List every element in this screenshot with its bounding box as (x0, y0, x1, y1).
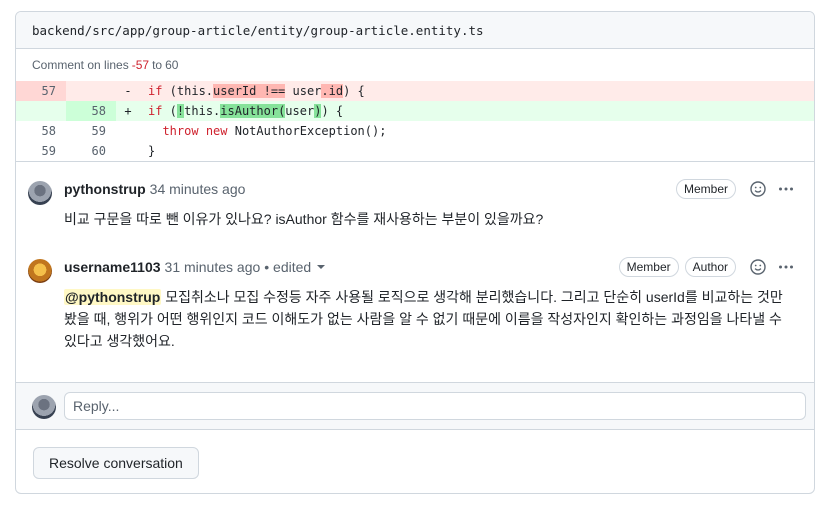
file-path[interactable]: backend/src/app/group-article/entity/gro… (32, 23, 484, 38)
code-text: } (148, 144, 156, 158)
code-line: if (!this.isAuthor(user)) { (138, 101, 814, 121)
code-keyword: new (205, 124, 228, 138)
code-line: } (138, 141, 814, 161)
new-line-number[interactable] (66, 81, 116, 101)
comment-text: 모집취소나 모집 수정등 자주 사용될 로직으로 생각해 분리했습니다. 그리고… (64, 289, 783, 349)
comment-body: @pythonstrup 모집취소나 모집 수정등 자주 사용될 로직으로 생각… (64, 286, 798, 352)
code-text: ( (162, 104, 177, 118)
code-line: throw new NotAuthorException(); (138, 121, 814, 141)
code-text: NotAuthorException(); (227, 124, 387, 138)
reply-bar: Reply... (16, 382, 814, 430)
code-line: if (this.userId !== user.id) { (138, 81, 814, 101)
code-text: (this. (162, 84, 214, 98)
code-highlight: isAuthor( (220, 104, 286, 118)
code-text: ) { (343, 84, 365, 98)
comment-timestamp[interactable]: 34 minutes ago (150, 181, 246, 197)
comment-range-prefix: Comment on lines (32, 58, 129, 72)
comment-range: Comment on lines -57 to 60 (16, 49, 814, 81)
smiley-icon[interactable] (746, 177, 770, 201)
kebab-horizontal-icon[interactable] (774, 177, 798, 201)
diff-sign: + (124, 104, 132, 118)
comment-author[interactable]: pythonstrup (64, 181, 146, 197)
old-line-number[interactable]: 58 (16, 121, 66, 141)
comment-header: pythonstrup 34 minutes ago Member (64, 178, 798, 200)
comment-author[interactable]: username1103 (64, 259, 161, 275)
comment-body: 비교 구문을 따로 뺀 이유가 있나요? isAuthor 함수를 재사용하는 … (64, 211, 544, 227)
diff-row-added: 58 + if (!this.isAuthor(user)) { (16, 101, 814, 121)
file-header: backend/src/app/group-article/entity/gro… (16, 12, 814, 49)
new-line-number[interactable]: 58 (66, 101, 116, 121)
old-line-number[interactable]: 59 (16, 141, 66, 161)
diff-sign: - (124, 84, 132, 98)
diff-row-deleted: 57 - if (this.userId !== user.id) { (16, 81, 814, 101)
new-line-number[interactable]: 60 (66, 141, 116, 161)
comment: username1103 31 minutes ago • edited Mem… (16, 250, 814, 352)
avatar (32, 395, 56, 419)
code-text: user (285, 104, 315, 118)
comment-range-start: -57 (131, 58, 150, 72)
diff-sign (118, 141, 138, 161)
new-line-number[interactable]: 59 (66, 121, 116, 141)
avatar[interactable] (28, 259, 52, 283)
code-text: user (285, 84, 322, 98)
diff-sign (118, 121, 138, 141)
avatar[interactable] (28, 181, 52, 205)
resolve-conversation-button[interactable]: Resolve conversation (33, 447, 199, 479)
member-badge: Member (618, 257, 679, 277)
member-badge: Member (675, 179, 736, 199)
code-keyword: if (148, 104, 163, 118)
comment-range-sep: to (152, 58, 163, 72)
code-keyword: if (148, 84, 163, 98)
reply-input[interactable]: Reply... (64, 392, 806, 420)
edited-dropdown[interactable]: • edited (264, 259, 326, 275)
code-text: this. (184, 104, 221, 118)
diff-row-context: 59 60 } (16, 141, 814, 161)
triangle-down-icon (317, 265, 326, 269)
comment: pythonstrup 34 minutes ago Member 비교 구문을… (16, 162, 814, 250)
author-badge: Author (684, 257, 736, 277)
diff-hunk: 57 - if (this.userId !== user.id) { 58 +… (16, 81, 814, 162)
old-line-number[interactable]: 57 (16, 81, 66, 101)
user-mention[interactable]: @pythonstrup (64, 289, 162, 305)
comment-range-end: 60 (165, 58, 179, 72)
code-text: ) { (321, 104, 344, 118)
old-line-number[interactable] (16, 101, 66, 121)
kebab-horizontal-icon[interactable] (774, 255, 798, 279)
edited-label: • edited (264, 259, 312, 275)
code-highlight: .id (321, 84, 344, 98)
code-keyword: throw (162, 124, 199, 138)
review-thread: backend/src/app/group-article/entity/gro… (15, 11, 815, 494)
comment-timestamp[interactable]: 31 minutes ago (165, 259, 261, 275)
smiley-icon[interactable] (746, 255, 770, 279)
code-highlight: userId !== (213, 84, 286, 98)
diff-row-context: 58 59 throw new NotAuthorException(); (16, 121, 814, 141)
comment-header: username1103 31 minutes ago • edited Mem… (64, 256, 798, 278)
